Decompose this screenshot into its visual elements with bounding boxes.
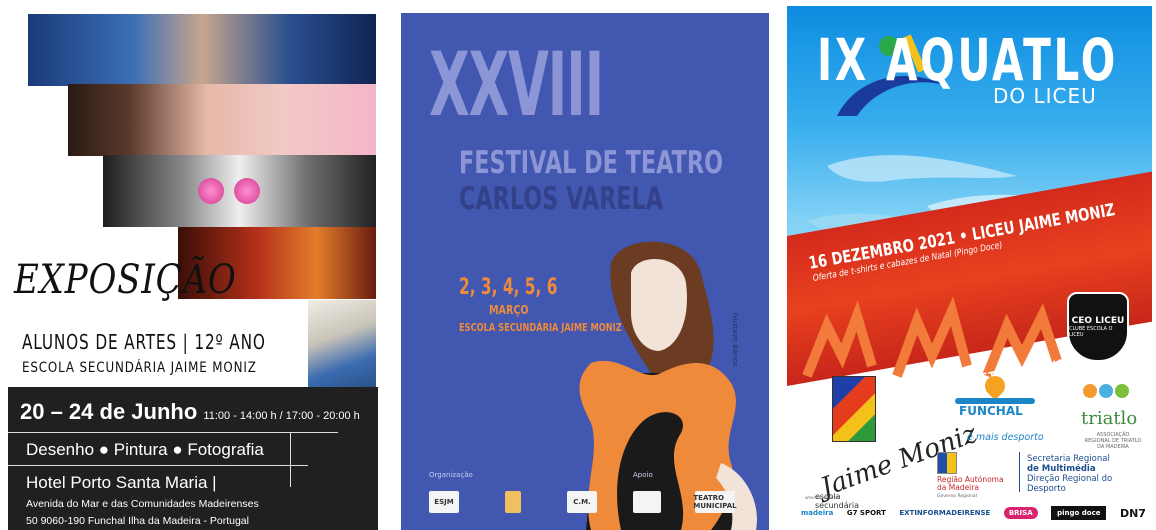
support-label: Apoio [633,471,653,479]
logo-sponsor [633,491,661,513]
artwork-strip-2 [68,84,376,156]
divider [290,432,291,487]
apoio-label: APOIO DO EVENTO: [805,496,840,500]
raa-label: Região Autónoma da Madeira [937,475,1004,492]
poster-subtitle: ALUNOS DE ARTES | 12º ANO [22,330,266,354]
edition-number: XXVIII [429,33,604,136]
school-name: ESCOLA SECUNDÁRIA JAIME MONIZ [22,360,257,376]
logo-blob [1099,384,1113,398]
sponsor-pingo-doce: pingo doce [1051,506,1107,520]
flower-eye-right [234,178,260,204]
secretaria-logo: Secretaria Regional de Multimédia Direçã… [1027,454,1152,494]
logo-blob [1115,384,1129,398]
artwork-strip-5 [308,300,376,390]
sponsor-dn7: DN7 [1119,506,1146,520]
raa-sublabel: Governo Regional [937,494,977,499]
triatlo-association: ASSOCIAÇÃO REGIONAL DE TRIATLO DA MADEIR… [1084,432,1142,450]
festival-title: FESTIVAL DE TEATRO [459,145,724,181]
venue-address: Avenida do Mar e das Comunidades Madeire… [26,496,259,530]
crest-subtitle: CLUBE ESCOLA O LICEU [1069,326,1113,338]
triatlo-logo-mark [1083,384,1129,398]
funchal-tagline: é mais desporto [967,432,1044,443]
performer-illustration [579,241,757,530]
organization-label: Organização [429,471,473,479]
poster-aquatlo: IX AQUATLO DO LICEU 16 DEZEMBRO 2021 • L… [787,6,1152,530]
ceo-liceu-crest: CEO LICEU CLUBE ESCOLA O LICEU [1067,292,1129,362]
divider [8,432,338,433]
opening-hours: 11:00 - 14:00 h / 17:00 - 20:00 h [203,410,360,422]
sponsor-extinformadeirense: EXTINFORMADEIRENSE [899,509,991,517]
festival-month: MARÇO [489,303,529,317]
sponsor-bar: madeira G7 SPORT EXTINFORMADEIRENSE BRIS… [801,502,1146,524]
logo-teatro-municipal: TEATRO MUNICIPAL [693,491,737,513]
secretaria-line-2: de Multimédia [1027,464,1096,474]
venue-name: Hotel Porto Santa Maria | [26,473,217,492]
sponsor-g7-sport: G7 SPORT [846,509,886,517]
logo-esjm: ESJM [429,491,459,513]
esjm-logo [832,376,876,442]
info-panel: 20 – 24 de Junho 11:00 - 14:00 h / 17:00… [8,387,378,530]
date-range: 20 – 24 de Junho [20,399,198,424]
sponsor-madeira: madeira [801,509,834,517]
sponsor-brisa: BRISA [1003,507,1038,519]
flower-eye-left [198,178,224,204]
divider [8,465,308,466]
media-list: Desenho ● Pintura ● Fotografia [26,440,264,459]
madeira-flag-icon [937,452,957,474]
festival-name: CARLOS VARELA [459,181,664,217]
poster-festival-teatro: XXVIII FESTIVAL DE TEATRO CARLOS VARELA … [401,13,769,530]
divider [1019,452,1020,492]
poster-title: EXPOSIÇÃO [14,257,237,303]
flower-eyes [198,178,260,204]
event-date: 20 – 24 de Junho 11:00 - 14:00 h / 17:00… [20,399,360,425]
address-line-1: Avenida do Mar e das Comunidades Madeire… [26,498,259,510]
poster-exposicao: EXPOSIÇÃO ALUNOS DE ARTES | 12º ANO ESCO… [8,10,378,530]
logo-camara: C.M. [567,491,597,513]
funchal-logo: FUNCHAL [959,404,1023,418]
artwork-strip-1 [28,14,376,86]
secretaria-line-1: Secretaria Regional [1027,454,1110,464]
event-subtitle: DO LICEU [993,84,1097,108]
triatlo-logo: triatlo [1081,408,1138,429]
secretaria-line-3: Direção Regional do Desporto [1027,474,1113,494]
logo-sponsor [505,491,521,513]
crest-title: CEO LICEU [1071,316,1125,326]
address-line-2: 50 9060-190 Funchal Ilha da Madeira - Po… [26,515,249,527]
logo-blob [1083,384,1097,398]
